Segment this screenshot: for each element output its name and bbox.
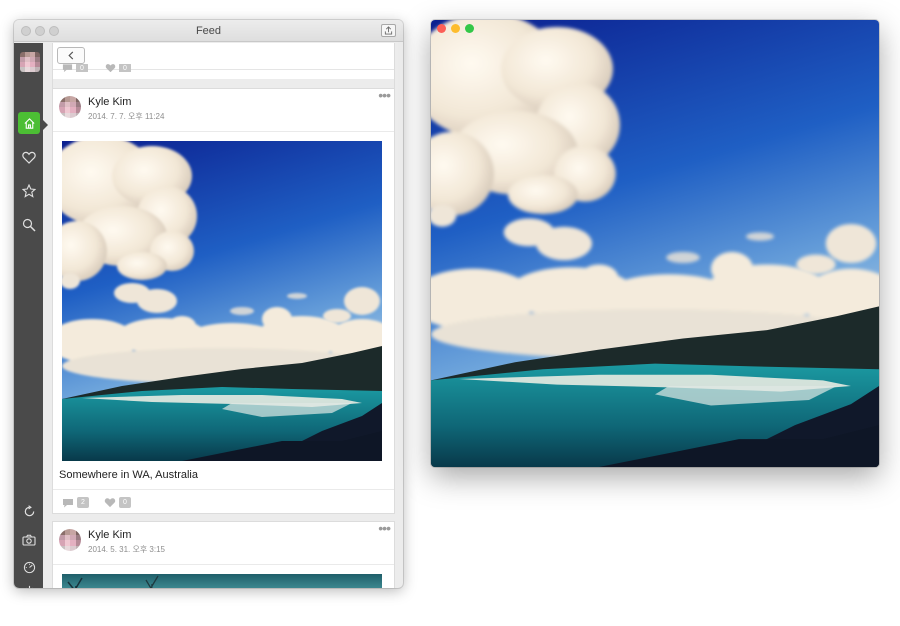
- dashboard-icon: [23, 561, 35, 573]
- comment-icon: [63, 498, 73, 507]
- photo-preview-window[interactable]: [431, 20, 879, 467]
- author-avatar[interactable]: [59, 529, 81, 551]
- post-photo[interactable]: [62, 141, 382, 461]
- feed-window: Feed 0 0 Kyle Kim 2014. 7. 7. 오후 11:24 •…: [14, 20, 403, 588]
- post-date: 2014. 7. 7. 오후 11:24: [88, 112, 165, 121]
- author-name[interactable]: Kyle Kim: [88, 529, 131, 541]
- like-count: 0: [119, 64, 131, 72]
- minimize-preview-button[interactable]: [451, 24, 460, 33]
- comment-icon: [62, 64, 73, 72]
- preview-landscape-image: [431, 20, 879, 467]
- share-icon: [384, 26, 393, 35]
- comment-count: 0: [76, 64, 88, 72]
- post-photo[interactable]: [62, 574, 382, 588]
- like-count: 0: [119, 497, 131, 508]
- user-avatar[interactable]: [20, 52, 40, 72]
- heart-icon: [105, 64, 116, 72]
- zoom-preview-button[interactable]: [465, 24, 474, 33]
- home-icon: [23, 117, 35, 129]
- landscape-image: [62, 141, 382, 461]
- window-title: Feed: [195, 25, 222, 37]
- sidebar-item-refresh[interactable]: [18, 500, 40, 522]
- sidebar-item-camera[interactable]: [18, 529, 40, 551]
- refresh-icon: [24, 504, 34, 516]
- search-icon: [22, 218, 36, 232]
- heart-icon: [22, 151, 36, 164]
- comment-action[interactable]: 2: [62, 497, 89, 508]
- sidebar-item-dashboard[interactable]: [18, 556, 40, 578]
- like-action[interactable]: 0: [105, 64, 131, 72]
- author-avatar[interactable]: [59, 96, 81, 118]
- power-icon: [25, 585, 33, 588]
- sidebar-item-power[interactable]: [18, 580, 40, 588]
- sidebar-item-home[interactable]: [18, 112, 40, 134]
- comment-count: 2: [77, 497, 89, 508]
- sidebar-item-likes[interactable]: [18, 146, 40, 168]
- tree-image: [67, 575, 159, 588]
- comment-action[interactable]: 0: [62, 64, 88, 72]
- active-indicator: [42, 119, 48, 131]
- star-icon: [22, 184, 36, 198]
- more-options-button[interactable]: •••: [378, 521, 391, 535]
- post-date: 2014. 5. 31. 오후 3:15: [88, 545, 165, 554]
- post-caption: Somewhere in WA, Australia: [59, 469, 198, 481]
- post-card: Kyle Kim 2014. 7. 7. 오후 11:24 ••• Somewh…: [52, 88, 395, 514]
- author-name[interactable]: Kyle Kim: [88, 96, 131, 108]
- camera-icon: [22, 534, 36, 546]
- sidebar-item-favorites[interactable]: [18, 180, 40, 202]
- close-preview-button[interactable]: [437, 24, 446, 33]
- heart-icon: [104, 498, 116, 508]
- like-action[interactable]: 0: [104, 497, 131, 508]
- share-button[interactable]: [381, 24, 396, 37]
- more-options-button[interactable]: •••: [378, 88, 391, 102]
- chevron-left-icon: [68, 51, 74, 60]
- feed-content[interactable]: 0 0 Kyle Kim 2014. 7. 7. 오후 11:24 ••• So…: [52, 43, 395, 588]
- sidebar: [14, 43, 48, 588]
- post-card: Kyle Kim 2014. 5. 31. 오후 3:15 •••: [52, 521, 395, 588]
- title-bar: Feed: [14, 20, 403, 42]
- sidebar-item-search[interactable]: [18, 214, 40, 236]
- back-button[interactable]: [57, 47, 85, 64]
